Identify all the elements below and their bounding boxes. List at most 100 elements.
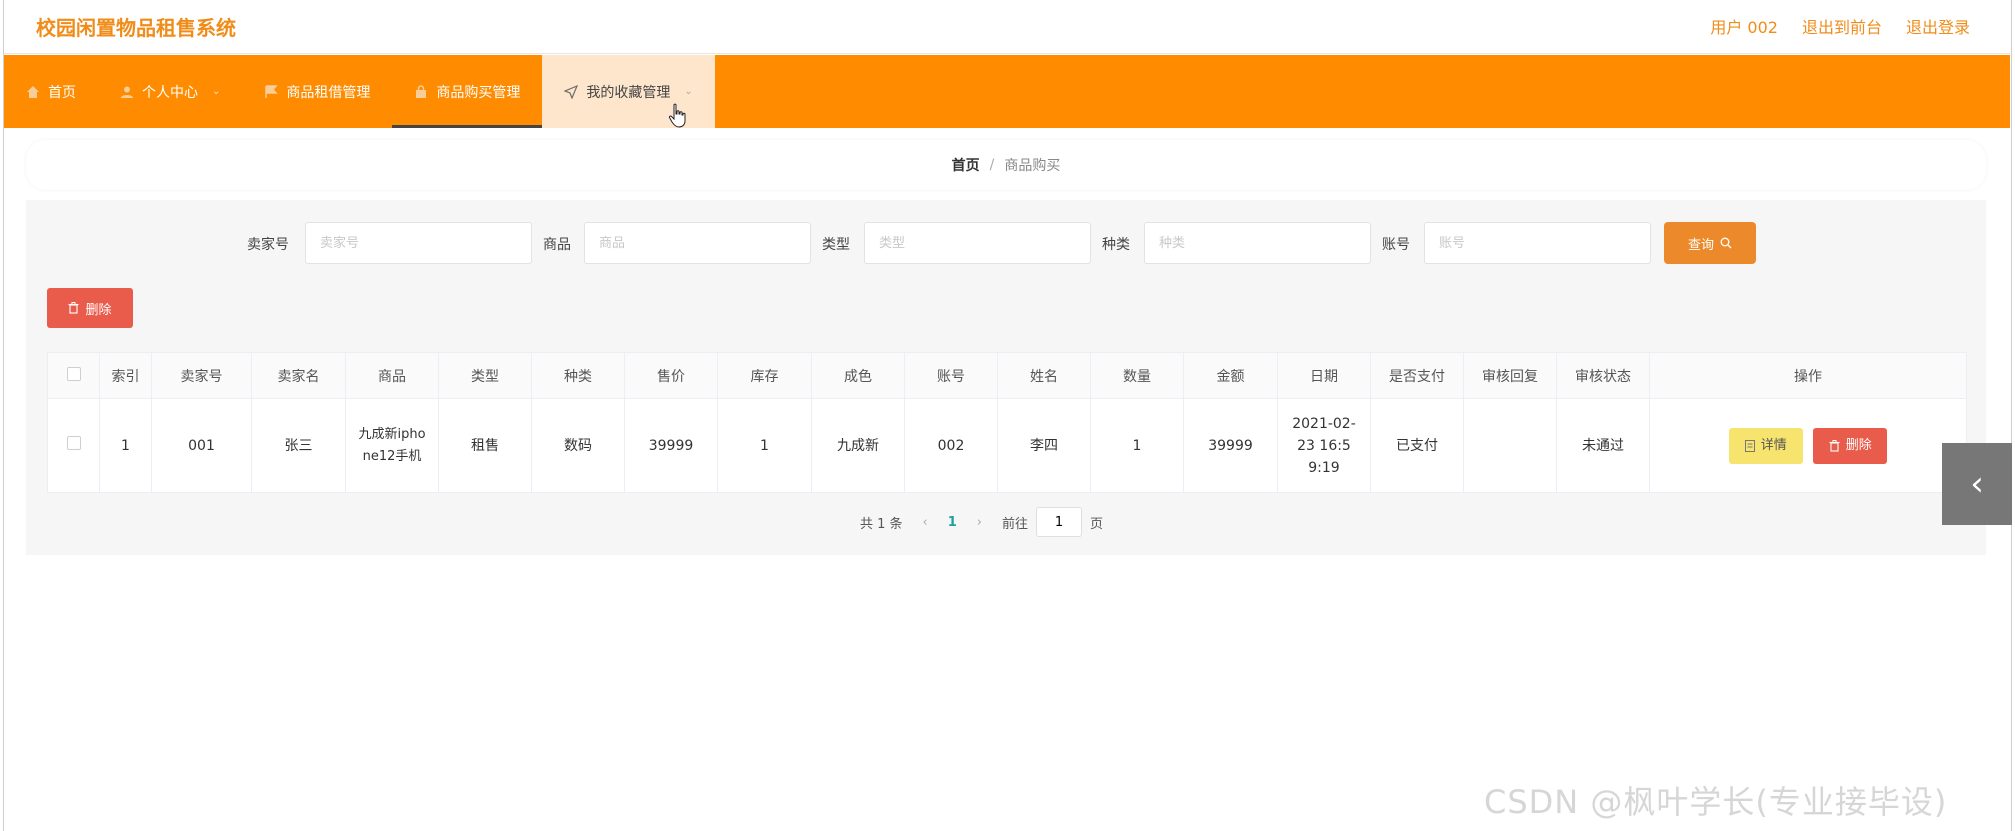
nav-item-purchase[interactable]: 商品购买管理 xyxy=(392,55,543,128)
cell-condition: 九成新 xyxy=(811,398,905,493)
hand-cursor-icon xyxy=(668,103,686,128)
column-header: 种类 xyxy=(531,352,625,399)
column-header: 卖家号 xyxy=(151,352,252,399)
detail-button[interactable]: 详情 xyxy=(1728,427,1803,464)
next-page-icon[interactable]: › xyxy=(977,515,982,530)
column-header: 卖家名 xyxy=(251,352,346,399)
nav-item-label: 商品租借管理 xyxy=(286,84,371,101)
header-actions: 用户 002 退出到前台 退出登录 xyxy=(1710,14,1970,38)
search-icon xyxy=(1720,237,1732,249)
category-input[interactable] xyxy=(1144,222,1371,264)
cell-date: 2021-02-23 16:59:19 xyxy=(1277,398,1371,493)
cell-product: 九成新iphone12手机 xyxy=(345,398,439,493)
nav-item-rental[interactable]: 商品租借管理 xyxy=(242,55,392,128)
seller-no-label: 卖家号 xyxy=(247,237,289,253)
batch-delete-label: 删除 xyxy=(85,302,112,318)
purchase-table: 索引 卖家号 卖家名 商品 类型 种类 售价 库存 成色 账号 姓名 数量 金额… xyxy=(47,352,1967,493)
cell-stock: 1 xyxy=(717,398,812,493)
cell-actions: 详情 删除 xyxy=(1649,398,1967,493)
seller-no-input[interactable] xyxy=(305,222,532,264)
flag-icon xyxy=(265,84,279,98)
user-icon xyxy=(121,86,133,98)
back-to-front-link[interactable]: 退出到前台 xyxy=(1802,14,1882,38)
cell-seller-no: 001 xyxy=(151,398,252,493)
column-header: 商品 xyxy=(345,352,439,399)
nav-item-label: 我的收藏管理 xyxy=(586,84,671,101)
type-input[interactable] xyxy=(864,222,1091,264)
cell-amount: 39999 xyxy=(1183,398,1278,493)
table-row: 1 001 张三 九成新iphone12手机 租售 数码 39999 1 九成新… xyxy=(47,398,1967,493)
batch-delete-button[interactable]: 删除 xyxy=(47,288,133,328)
account-label: 账号 xyxy=(1382,237,1410,253)
top-header: 校园闲置物品租售系统 用户 002 退出到前台 退出登录 xyxy=(4,0,2010,54)
side-collapse-button[interactable]: ‹ xyxy=(1942,443,2012,525)
prev-page-icon[interactable]: ‹ xyxy=(923,515,928,530)
trash-icon xyxy=(1829,439,1840,452)
watermark: CSDN @枫叶学长(专业接毕设) xyxy=(1484,783,1948,821)
user-label[interactable]: 用户 002 xyxy=(1710,14,1778,38)
cell-type: 租售 xyxy=(438,398,532,493)
document-icon xyxy=(1744,439,1755,452)
row-checkbox[interactable] xyxy=(66,435,81,450)
nav-item-label: 个人中心 xyxy=(142,84,198,101)
chevron-down-icon: ⌄ xyxy=(212,86,221,97)
app-title: 校园闲置物品租售系统 xyxy=(36,16,236,40)
breadcrumb-home[interactable]: 首页 xyxy=(952,155,980,175)
category-label: 种类 xyxy=(1102,237,1130,253)
select-all-checkbox[interactable] xyxy=(66,366,81,381)
query-button-label: 查询 xyxy=(1687,236,1714,252)
send-icon xyxy=(564,84,579,99)
breadcrumb-current: 商品购买 xyxy=(1004,158,1061,174)
logout-link[interactable]: 退出登录 xyxy=(1906,14,1970,38)
cell-name: 李四 xyxy=(997,398,1091,493)
column-header: 操作 xyxy=(1649,352,1967,399)
detail-button-label: 详情 xyxy=(1760,437,1787,453)
cell-review-status: 未通过 xyxy=(1556,398,1650,493)
goto-prefix: 前往 xyxy=(1002,516,1029,532)
cell-seller-name: 张三 xyxy=(251,398,346,493)
product-input[interactable] xyxy=(584,222,811,264)
pagination-total: 共 1 条 xyxy=(860,516,903,532)
chevron-down-icon: ⌄ xyxy=(684,86,693,97)
row-select-cell[interactable] xyxy=(47,398,100,493)
column-header: 金额 xyxy=(1183,352,1278,399)
column-header: 账号 xyxy=(904,352,998,399)
nav-item-label: 首页 xyxy=(48,84,76,101)
goto-page-input[interactable] xyxy=(1036,507,1083,537)
query-button[interactable]: 查询 xyxy=(1664,222,1756,264)
column-header: 数量 xyxy=(1090,352,1184,399)
cell-account: 002 xyxy=(904,398,998,493)
column-header: 类型 xyxy=(438,352,532,399)
column-header: 售价 xyxy=(624,352,718,399)
home-icon xyxy=(27,85,39,98)
table-header-row: 索引 卖家号 卖家名 商品 类型 种类 售价 库存 成色 账号 姓名 数量 金额… xyxy=(47,352,1967,399)
nav-item-profile[interactable]: 个人中心 ⌄ xyxy=(98,55,242,128)
cell-paid: 已支付 xyxy=(1370,398,1464,493)
nav-item-home[interactable]: 首页 xyxy=(4,55,98,128)
column-header: 审核状态 xyxy=(1556,352,1650,399)
account-input[interactable] xyxy=(1424,222,1651,264)
product-label: 商品 xyxy=(543,237,571,253)
cell-quantity: 1 xyxy=(1090,398,1184,493)
breadcrumb-separator: / xyxy=(989,157,995,173)
type-label: 类型 xyxy=(822,237,850,253)
cell-category: 数码 xyxy=(531,398,625,493)
pagination: 共 1 条 ‹ 1 › 前往 页 xyxy=(860,507,1103,537)
page-number[interactable]: 1 xyxy=(948,515,957,530)
column-header: 成色 xyxy=(811,352,905,399)
cell-review-reply xyxy=(1463,398,1557,493)
main-nav: 首页 个人中心 ⌄ 商品租借管理 商品购买管理 我的收藏管理 ⌄ xyxy=(4,55,2010,128)
column-header: 姓名 xyxy=(997,352,1091,399)
column-header: 是否支付 xyxy=(1370,352,1464,399)
date-text: 2021-02-23 16:59:19 xyxy=(1292,415,1356,476)
select-all-cell[interactable] xyxy=(47,352,100,399)
breadcrumb: 首页 / 商品购买 xyxy=(26,140,1986,190)
goto-page: 前往 页 xyxy=(1002,507,1103,537)
product-text: 九成新iphone12手机 xyxy=(358,426,426,464)
column-header: 日期 xyxy=(1277,352,1371,399)
chevron-left-icon: ‹ xyxy=(1970,464,1984,504)
row-delete-label: 删除 xyxy=(1845,437,1872,453)
nav-item-favorites[interactable]: 我的收藏管理 ⌄ xyxy=(542,55,715,128)
column-header: 索引 xyxy=(99,352,152,399)
row-delete-button[interactable]: 删除 xyxy=(1813,427,1888,464)
